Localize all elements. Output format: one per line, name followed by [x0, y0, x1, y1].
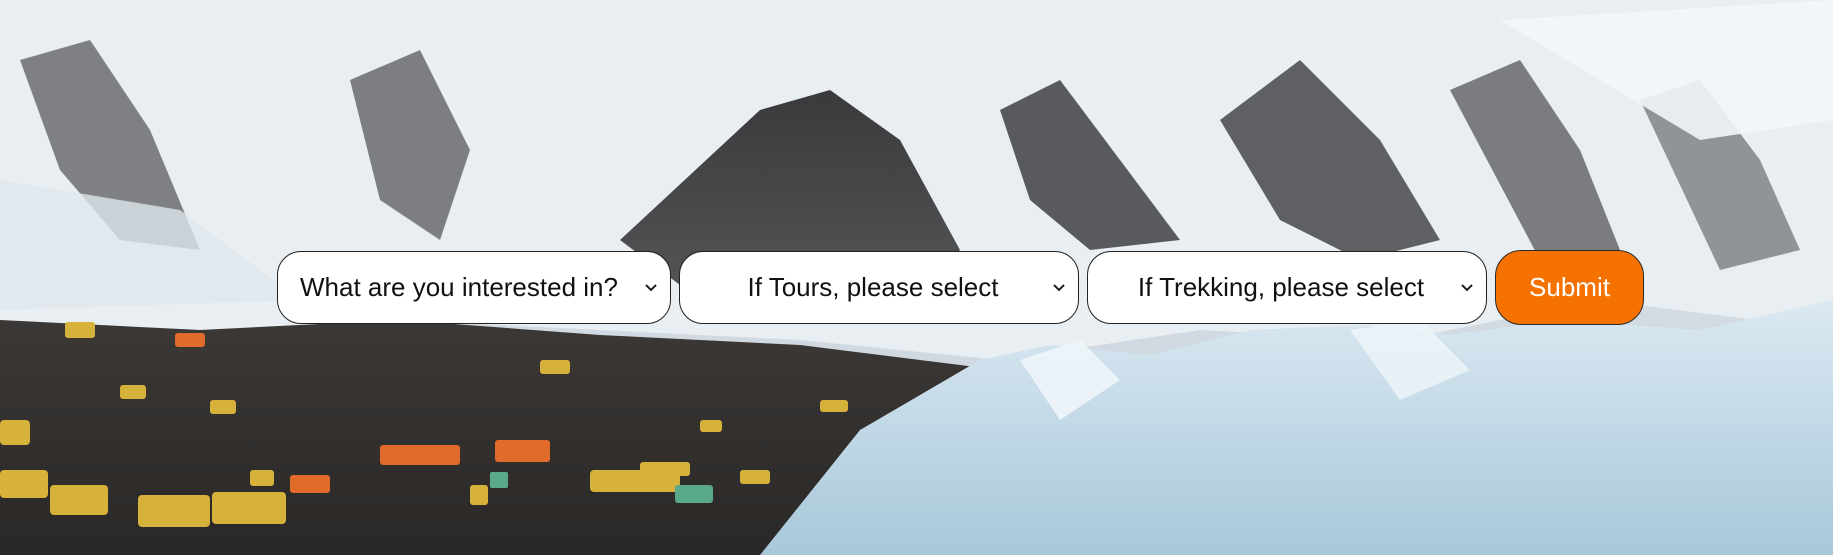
trekking-select[interactable]: If Trekking, please select [1087, 251, 1487, 324]
submit-button[interactable]: Submit [1495, 250, 1644, 325]
chevron-down-icon [640, 277, 662, 299]
interest-select[interactable]: What are you interested in? [277, 251, 671, 324]
trekking-select-value: If Trekking, please select [1137, 272, 1425, 302]
inquiry-form: What are you interested in? If Tours, pl… [277, 250, 1644, 325]
tours-select[interactable]: If Tours, please select [679, 251, 1079, 324]
tours-select-value: If Tours, please select [747, 272, 999, 302]
chevron-down-icon [1456, 277, 1478, 299]
interest-select-value: What are you interested in? [300, 272, 618, 302]
chevron-down-icon [1048, 277, 1070, 299]
hero-section: What are you interested in? If Tours, pl… [0, 0, 1833, 555]
